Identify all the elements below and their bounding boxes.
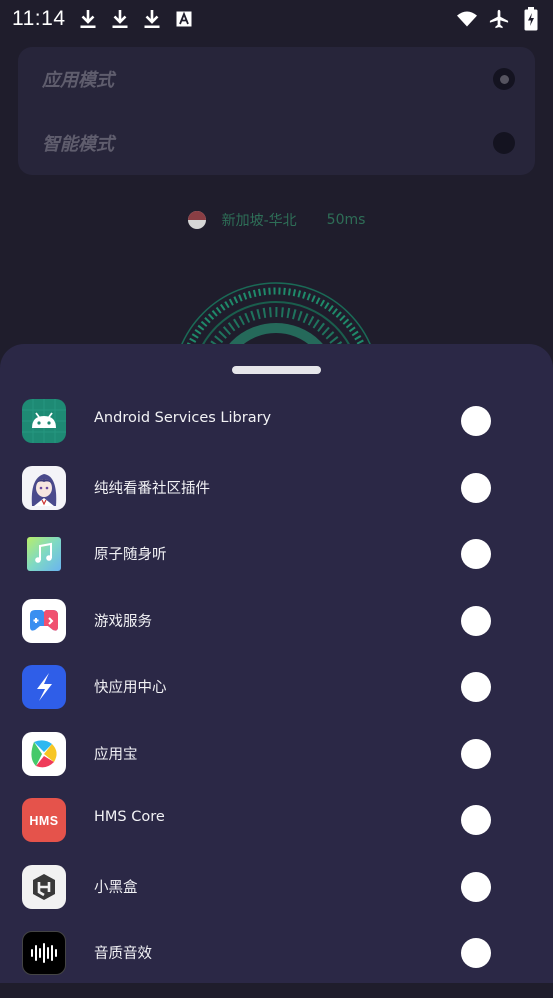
airplane-mode-icon [489, 8, 509, 30]
app-select-toggle[interactable] [461, 738, 491, 769]
download-icon [78, 8, 98, 30]
status-left: 11:14 [12, 7, 194, 31]
mode-label: 智能模式 [42, 134, 114, 155]
battery-charging-icon [521, 7, 541, 31]
app-select-toggle[interactable] [461, 871, 491, 902]
app-name: Android Services Library [94, 410, 272, 426]
list-item[interactable]: 音质音效 [0, 931, 553, 998]
app-name: 小黑盒 [94, 879, 138, 896]
list-item[interactable]: Android Services Library [0, 399, 553, 466]
svg-text:HMS: HMS [29, 814, 58, 828]
sheet-drag-handle[interactable] [232, 366, 321, 374]
mode-radio-selected[interactable] [493, 68, 515, 90]
list-item[interactable]: HMS HMS Core [0, 798, 553, 865]
android-icon [22, 399, 66, 443]
app-name: 应用宝 [94, 746, 138, 763]
hexagon-box-icon [22, 864, 66, 909]
mode-option-app[interactable]: 应用模式 [42, 59, 515, 99]
app-list: Android Services Library 纯纯看番社区插件 原子随身听 … [0, 399, 553, 998]
app-select-toggle[interactable] [461, 938, 491, 968]
status-bar: 11:14 [0, 0, 553, 38]
text-notification-icon [174, 8, 194, 30]
status-time: 11:14 [12, 7, 66, 30]
app-name: HMS Core [94, 809, 165, 825]
status-right [457, 7, 541, 31]
list-item[interactable]: 快应用中心 [0, 665, 553, 732]
sound-wave-icon [22, 931, 66, 975]
app-select-toggle[interactable] [461, 605, 491, 636]
lightning-icon [22, 665, 66, 709]
app-name: 游戏服务 [94, 613, 152, 630]
server-ping: 50ms [326, 212, 366, 228]
list-item[interactable]: 应用宝 [0, 731, 553, 799]
list-item[interactable]: 纯纯看番社区插件 [0, 465, 553, 533]
list-item[interactable]: 原子随身听 [0, 532, 553, 599]
app-name: 纯纯看番社区插件 [94, 480, 210, 497]
list-item[interactable]: 小黑盒 [0, 864, 553, 932]
app-select-toggle[interactable] [461, 539, 491, 569]
app-name: 快应用中心 [94, 680, 167, 696]
app-name: 原子随身听 [94, 547, 167, 563]
app-selector-sheet: Android Services Library 纯纯看番社区插件 原子随身听 … [0, 344, 553, 983]
server-selector[interactable]: 新加坡-华北 50ms [0, 208, 553, 232]
mode-card: 应用模式 智能模式 [18, 47, 535, 175]
mode-label: 应用模式 [42, 70, 114, 91]
music-note-icon [22, 532, 66, 576]
colorful-petal-icon [22, 731, 66, 776]
hms-icon: HMS [22, 798, 66, 842]
anime-avatar-icon [22, 465, 66, 510]
mode-radio-unselected[interactable] [493, 132, 515, 154]
app-select-toggle[interactable] [461, 406, 491, 436]
server-name: 新加坡-华北 [221, 213, 297, 229]
list-item[interactable]: 游戏服务 [0, 598, 553, 666]
wifi-icon [457, 8, 477, 30]
download-icon [142, 8, 162, 30]
gamepad-icon [22, 598, 66, 643]
mode-option-smart[interactable]: 智能模式 [42, 123, 515, 163]
app-select-toggle[interactable] [461, 805, 491, 835]
app-select-toggle[interactable] [461, 672, 491, 702]
singapore-flag-icon [187, 211, 206, 229]
app-select-toggle[interactable] [461, 472, 491, 503]
app-name: 音质音效 [94, 946, 152, 962]
download-icon [110, 8, 130, 30]
